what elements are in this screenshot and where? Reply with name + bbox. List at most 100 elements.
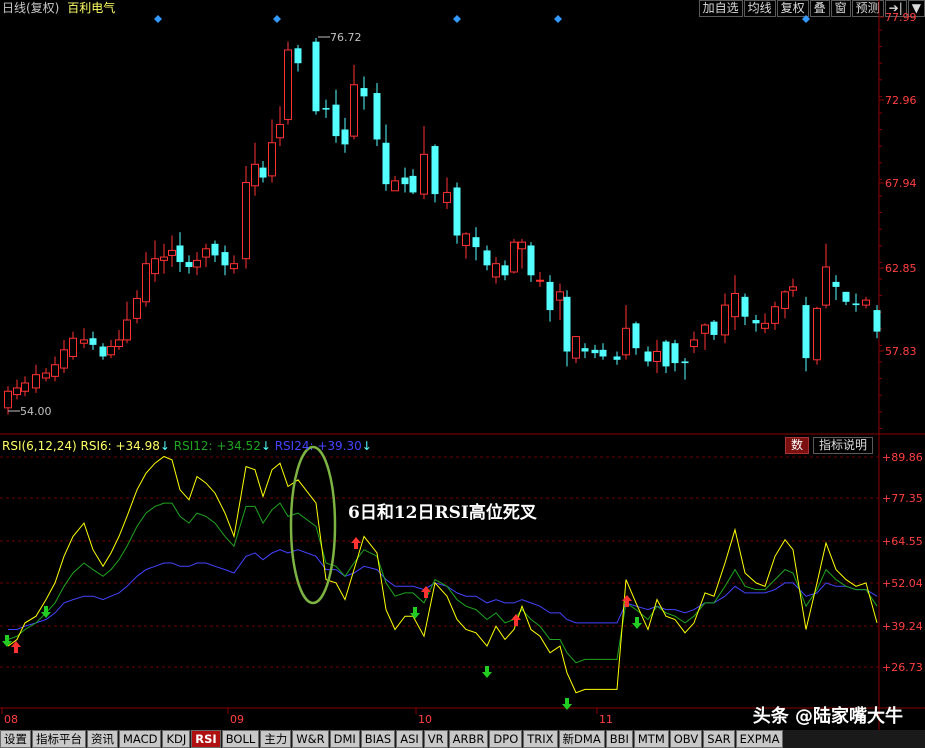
tab-boll[interactable]: BOLL	[221, 730, 260, 748]
candle-body-up	[69, 337, 77, 357]
rsi-axis-label: +64.55	[882, 535, 923, 548]
tab-[interactable]: 设置	[0, 730, 31, 748]
candle-body-up	[701, 324, 709, 334]
tab-bias[interactable]: BIAS	[360, 730, 396, 748]
tab-dmi[interactable]: DMI	[329, 730, 360, 748]
watermark: 头条 @陆家嘴大牛	[752, 706, 903, 727]
tab-expma[interactable]: EXPMA	[735, 730, 784, 748]
rsi-panel-buttons: 数 指标说明	[785, 437, 874, 454]
candle-body-down	[453, 187, 461, 236]
candle-body-up	[721, 304, 729, 336]
buy-arrow-icon	[351, 537, 361, 549]
candle-body-up	[80, 339, 88, 344]
rsi-axis-label: +52.04	[882, 577, 923, 590]
tab-kdj[interactable]: KDJ	[162, 730, 191, 748]
candle-body-down	[662, 341, 670, 367]
tab-mtm[interactable]: MTM	[633, 730, 669, 748]
candle-body-down	[360, 88, 368, 97]
candle-body-up	[771, 306, 779, 324]
event-diamond-icon[interactable]	[273, 15, 281, 23]
tab-macd[interactable]: MACD	[119, 730, 162, 748]
tab-rsi[interactable]: RSI	[191, 730, 221, 748]
event-diamond-icon[interactable]	[554, 15, 562, 23]
tab-obv[interactable]: OBV	[669, 730, 703, 748]
candle-body-down	[613, 356, 621, 360]
candle-body-up	[230, 263, 238, 270]
event-diamond-icon[interactable]	[154, 15, 162, 23]
tab-arbr[interactable]: ARBR	[448, 730, 489, 748]
tab-[interactable]: 主力	[260, 730, 292, 748]
candle-body-up	[107, 346, 115, 356]
candle-body-up	[60, 349, 68, 369]
candle-body-up	[572, 336, 580, 359]
candle-body-up	[284, 49, 292, 121]
candle-body-down	[431, 146, 439, 195]
candle-body-up	[276, 124, 284, 139]
indicator-explain-button[interactable]: 指标说明	[813, 437, 874, 454]
candle-body-down	[401, 177, 409, 185]
candle-body-up	[690, 339, 698, 348]
candle-body-up	[781, 291, 789, 309]
candle-body-down	[546, 281, 554, 311]
tab-sar[interactable]: SAR	[703, 730, 735, 748]
candle-body-up	[536, 279, 544, 282]
candle-body-down	[221, 252, 229, 266]
rsi-axis-label: +77.35	[882, 492, 923, 505]
kline-chart[interactable]: 77.99 72.96 67.94 62.85 57.83 +89.86 +77.35 +64…	[0, 0, 925, 730]
candle-body-up	[510, 241, 518, 273]
rsi24-value: RSI24: +39.30	[274, 439, 362, 453]
candle-body-up	[51, 364, 59, 377]
candle-body-down	[185, 262, 193, 268]
event-diamond-icon[interactable]	[453, 15, 461, 23]
candle-body-down	[294, 48, 302, 64]
tab-dma[interactable]: 新DMA	[558, 730, 605, 748]
date-label: 11	[599, 713, 613, 726]
candle-body-up	[862, 299, 870, 306]
price-axis-label: 77.99	[885, 11, 917, 24]
candle-body-up	[151, 258, 159, 275]
candle-body-down	[527, 245, 535, 276]
candle-body-down	[852, 303, 860, 306]
candle-body-up	[492, 263, 500, 278]
candle-body-down	[681, 361, 689, 364]
event-diamond-icon[interactable]	[802, 15, 810, 23]
down-arrow-icon: ↓	[361, 439, 372, 453]
candle-body-down	[752, 320, 760, 324]
candle-body-down	[483, 250, 491, 266]
tab-asi[interactable]: ASI	[396, 730, 423, 748]
candle-body-down	[472, 237, 480, 248]
candle-body-down	[632, 323, 640, 349]
data-button[interactable]: 数	[785, 437, 810, 454]
tab-[interactable]: 指标平台	[32, 730, 86, 748]
candle-body-up	[32, 374, 40, 389]
tab-dpo[interactable]: DPO	[489, 730, 523, 748]
candle-body-down	[312, 41, 320, 112]
rsi6-line	[7, 455, 878, 694]
candle-body-up	[251, 163, 259, 187]
tab-bbi[interactable]: BBI	[605, 730, 633, 748]
tab-wr[interactable]: W&R	[292, 730, 329, 748]
candle-body-down	[373, 93, 381, 140]
down-arrow-icon: ↓	[159, 439, 170, 453]
price-axis-label: 72.96	[885, 94, 917, 107]
candle-body-up	[21, 382, 29, 392]
candle-body-up	[202, 248, 210, 258]
candle-body-down	[671, 343, 679, 364]
candle-body-down	[873, 310, 881, 332]
candle-body-up	[518, 241, 526, 250]
candle-body-up	[420, 153, 428, 195]
candle-body-down	[563, 296, 571, 352]
sell-arrow-icon	[632, 617, 642, 629]
rsi-axis-label: +39.24	[882, 620, 923, 633]
high-price-label: 76.72	[330, 31, 362, 44]
tab-trix[interactable]: TRIX	[523, 730, 558, 748]
candle-body-down	[259, 167, 267, 178]
candle-body-up	[813, 307, 821, 361]
candle-body-down	[99, 346, 107, 357]
tab-vr[interactable]: VR	[423, 730, 448, 748]
candle-body-up	[123, 319, 131, 341]
candle-body-down	[842, 291, 850, 302]
sell-arrow-icon	[482, 666, 492, 678]
tab-[interactable]: 资讯	[87, 730, 118, 748]
candle-body-up	[193, 259, 201, 268]
